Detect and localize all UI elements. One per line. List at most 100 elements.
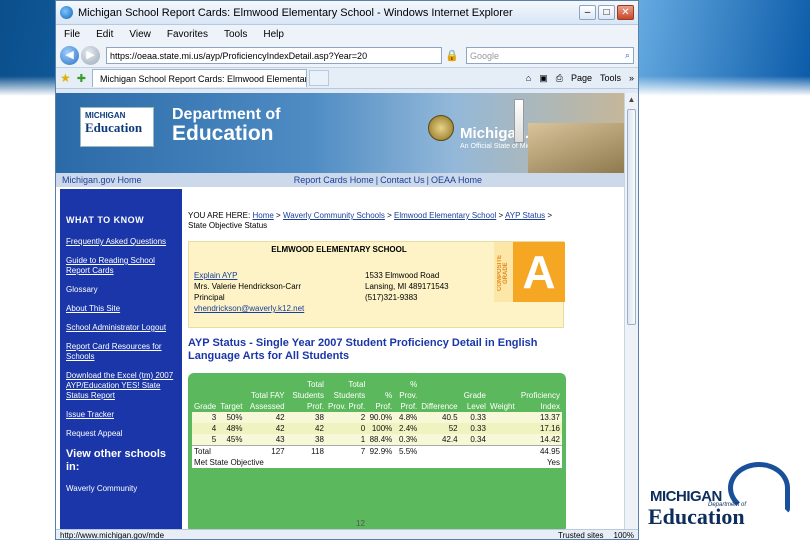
sidebar-link-guide[interactable]: Guide to Reading School Report Cards — [66, 256, 176, 276]
nav-report-cards-home[interactable]: Report Cards Home — [294, 175, 374, 185]
ie-icon — [60, 6, 73, 19]
sidebar-link-glossary[interactable]: Glossary — [66, 285, 176, 295]
menu-favorites[interactable]: Favorites — [167, 29, 208, 40]
sidebar: WHAT TO KNOW Frequently Asked Questions … — [60, 189, 182, 529]
slide: Michigan School Report Cards: Elmwood El… — [0, 0, 810, 540]
page-menu[interactable]: Page — [571, 73, 592, 83]
add-favorite-icon[interactable]: ✚ — [77, 72, 86, 85]
sidebar-link-about[interactable]: About This Site — [66, 304, 176, 314]
menu-view[interactable]: View — [129, 29, 151, 40]
status-url: http://www.michigan.gov/mde — [60, 531, 165, 540]
feeds-icon[interactable]: ▣ — [539, 73, 548, 84]
school-address: 1533 Elmwood Road Lansing, MI 489171543 … — [365, 270, 449, 303]
nav-right-links: Report Cards Home | Contact Us | OEAA Home — [293, 175, 482, 185]
table-cell — [419, 445, 460, 457]
lighthouse-image — [514, 99, 524, 143]
table-met-row: Met State Objective Yes — [192, 457, 562, 468]
menu-help[interactable]: Help — [263, 29, 284, 40]
tab-report-card[interactable]: Michigan School Report Cards: Elmwood El… — [91, 69, 307, 87]
tools-menu[interactable]: Tools — [600, 73, 621, 83]
table-cell: 7 — [325, 445, 368, 457]
zoom-level[interactable]: 100% — [614, 531, 634, 539]
search-icon[interactable]: ⌕ — [625, 50, 630, 61]
table-cell: 127 — [244, 445, 287, 457]
chevron-more-icon[interactable]: » — [629, 73, 634, 83]
close-button[interactable]: ✕ — [617, 5, 634, 20]
explain-ayp-link[interactable]: Explain AYP — [194, 271, 237, 280]
search-input[interactable]: Google ⌕ — [466, 47, 634, 64]
menu-edit[interactable]: Edit — [96, 29, 113, 40]
table-cell: 1 — [360, 435, 366, 444]
proficiency-table: Grade Target Total FAY Assessed Total St… — [188, 373, 566, 529]
table-total-row: Total 127 118 7 92.9% 5.5% 44.95 — [192, 445, 562, 457]
col-total-fay: Total FAY Assessed — [249, 391, 285, 411]
breadcrumb-district[interactable]: Waverly Community Schools — [283, 211, 385, 220]
status-bar: http://www.michigan.gov/mde Trusted site… — [56, 529, 638, 540]
table-cell — [488, 412, 517, 423]
sidebar-link-download[interactable]: Download the Excel (tm) 2007 AYP/Educati… — [66, 371, 176, 401]
table-row: 4 48% 42 42 0 100% 2.4% 52 0.33 17.16 — [192, 423, 562, 434]
home-icon[interactable]: ⌂ — [526, 73, 531, 83]
table-cell — [488, 434, 517, 446]
table-cell: 38 — [315, 413, 324, 422]
scrollbar-thumb[interactable] — [627, 109, 636, 325]
tab-label: Michigan School Report Cards: Elmwood El… — [99, 73, 307, 84]
menu-tools[interactable]: Tools — [224, 29, 247, 40]
url-field[interactable]: https://oeaa.state.mi.us/ayp/Proficiency… — [106, 47, 442, 64]
breadcrumb-ayp[interactable]: AYP Status — [505, 211, 545, 220]
table-cell: 45% — [226, 435, 243, 444]
sidebar-link-issue-tracker[interactable]: Issue Tracker — [66, 410, 176, 420]
lock-icon[interactable]: 🔒 — [445, 49, 459, 63]
dept-title: Department of Education — [172, 105, 280, 144]
table-cell — [459, 445, 488, 457]
school-contact: Explain AYP Mrs. Valerie Hendrickson-Car… — [194, 270, 304, 314]
table-cell: 14.42 — [539, 435, 560, 444]
sidebar-link-appeal[interactable]: Request Appeal — [66, 429, 176, 439]
col-pct-prof: % Prof. — [375, 391, 393, 411]
maximize-button[interactable]: □ — [598, 5, 615, 20]
met-label: Met State Objective — [192, 457, 517, 468]
col-index: Proficiency Index — [520, 391, 560, 411]
table-cell: 42.4 — [442, 435, 458, 444]
table-cell: 17.16 — [539, 424, 560, 433]
window-title: Michigan School Report Cards: Elmwood El… — [78, 6, 513, 19]
col-weight: Weight — [489, 402, 515, 411]
school-info-box: ELMWOOD ELEMENTARY SCHOOL Explain AYP Mr… — [188, 241, 565, 328]
nav-oeaa-home[interactable]: OEAA Home — [431, 175, 482, 185]
table-cell: 2.4% — [399, 424, 418, 433]
breadcrumb: YOU ARE HERE: Home > Waverly Community S… — [188, 211, 553, 230]
search-placeholder: Google — [470, 50, 500, 61]
minimize-button[interactable]: – — [579, 5, 596, 20]
back-button[interactable]: ◀ — [60, 46, 79, 65]
breadcrumb-home[interactable]: Home — [252, 211, 273, 220]
menu-file[interactable]: File — [64, 29, 80, 40]
mde-logo-michigan: MICHIGAN — [85, 111, 126, 120]
sidebar-link-resources[interactable]: Report Card Resources for Schools — [66, 342, 176, 362]
table-cell: 4 — [211, 424, 217, 433]
favorites-star-icon[interactable]: ★ — [60, 71, 71, 85]
table-cell — [487, 445, 517, 457]
new-tab-button[interactable] — [308, 70, 329, 86]
composite-grade-letter: A — [513, 242, 565, 302]
table-cell: 4.8% — [399, 413, 418, 422]
table-cell: 0.34 — [470, 435, 486, 444]
breadcrumb-school[interactable]: Elmwood Elementary School — [394, 211, 496, 220]
sidebar-link-faq[interactable]: Frequently Asked Questions — [66, 237, 176, 247]
address-line2: Lansing, MI 489171543 — [365, 282, 449, 291]
scroll-up-icon[interactable]: ▲ — [625, 93, 638, 107]
nav-contact-us[interactable]: Contact Us — [380, 175, 425, 185]
table-row: 3 50% 42 38 2 90.0% 4.8% 40.5 0.33 13.37 — [192, 412, 562, 423]
vertical-scrollbar[interactable]: ▲ — [624, 93, 638, 529]
principal-email[interactable]: vhendrickson@waverly.k12.net — [194, 304, 304, 313]
principal-name: Mrs. Valerie Hendrickson-Carr — [194, 282, 301, 291]
sidebar-link-waverly[interactable]: Waverly Community — [66, 484, 176, 494]
sidebar-link-logout[interactable]: School Administrator Logout — [66, 323, 176, 333]
col-grade: Grade — [194, 402, 217, 411]
forward-button[interactable]: ▶ — [81, 46, 100, 65]
address-bar: ◀ ▶ https://oeaa.state.mi.us/ayp/Profici… — [56, 44, 638, 68]
status-zone: Trusted sites — [558, 531, 604, 540]
nav-michigan-home[interactable]: Michigan.gov Home — [62, 175, 142, 185]
mde-logo[interactable]: MICHIGAN Education — [80, 107, 154, 147]
col-grade-level: Grade Level — [463, 391, 486, 411]
print-icon[interactable]: ⎙ — [556, 73, 563, 84]
